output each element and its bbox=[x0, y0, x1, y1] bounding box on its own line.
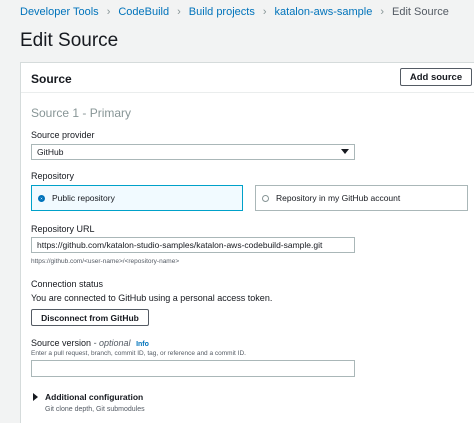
source-provider-label: Source provider bbox=[31, 130, 95, 140]
repository-label: Repository bbox=[31, 171, 75, 181]
breadcrumb-separator: › bbox=[106, 6, 111, 18]
disconnect-github-button[interactable]: Disconnect from GitHub bbox=[31, 309, 149, 326]
source-provider-select[interactable]: GitHub bbox=[31, 144, 355, 160]
breadcrumb-separator: › bbox=[177, 6, 181, 18]
source-version-label: Source version bbox=[31, 338, 92, 348]
caret-right-icon bbox=[33, 393, 38, 401]
breadcrumb-build-projects[interactable]: Build projects bbox=[189, 6, 255, 18]
repository-url-value: https://github.com/katalon-studio-sample… bbox=[37, 240, 323, 250]
breadcrumb-developer-tools[interactable]: Developer Tools bbox=[20, 6, 99, 18]
add-source-button[interactable]: Add source bbox=[400, 68, 472, 86]
source-version-hint: Enter a pull request, branch, commit ID,… bbox=[31, 350, 246, 357]
source-version-input[interactable] bbox=[31, 360, 355, 377]
breadcrumb-codebuild[interactable]: CodeBuild bbox=[118, 6, 169, 18]
additional-configuration-title: Additional configuration bbox=[45, 392, 144, 402]
my-github-repository-option[interactable]: Repository in my GitHub account bbox=[255, 185, 468, 211]
repository-url-input[interactable]: https://github.com/katalon-studio-sample… bbox=[31, 237, 355, 253]
source-provider-value: GitHub bbox=[37, 147, 64, 157]
panel-header: Source Add source bbox=[21, 63, 474, 93]
additional-configuration-toggle[interactable]: Additional configuration bbox=[33, 392, 143, 402]
breadcrumb: Developer Tools › CodeBuild › Build proj… bbox=[20, 6, 449, 18]
connection-status-label: Connection status bbox=[31, 279, 104, 289]
source-version-label-row: Source version - optional Info bbox=[31, 338, 149, 348]
repository-url-hint: https://github.com/<user-name>/<reposito… bbox=[31, 258, 180, 265]
source-panel: Source Add source Source 1 - Primary Sou… bbox=[20, 62, 474, 423]
public-repository-option[interactable]: Public repository bbox=[31, 185, 243, 211]
connection-status-message: You are connected to GitHub using a pers… bbox=[31, 293, 273, 303]
my-github-repository-label: Repository in my GitHub account bbox=[276, 193, 401, 203]
breadcrumb-separator: › bbox=[380, 6, 385, 18]
panel-title: Source bbox=[31, 72, 72, 86]
radio-unselected-icon bbox=[262, 194, 269, 202]
public-repository-label: Public repository bbox=[52, 193, 115, 203]
info-link[interactable]: Info bbox=[136, 341, 149, 348]
breadcrumb-current: Edit Source bbox=[392, 6, 449, 18]
breadcrumb-separator: › bbox=[262, 6, 267, 18]
radio-selected-icon bbox=[38, 194, 45, 202]
optional-tag: - optional bbox=[91, 338, 131, 348]
additional-configuration-subtitle: Git clone depth, Git submodules bbox=[45, 406, 145, 413]
breadcrumb-project[interactable]: katalon-aws-sample bbox=[275, 6, 373, 18]
page-title: Edit Source bbox=[20, 30, 119, 51]
repository-url-label: Repository URL bbox=[31, 224, 95, 234]
caret-down-icon bbox=[341, 149, 349, 154]
section-title: Source 1 - Primary bbox=[31, 106, 132, 120]
